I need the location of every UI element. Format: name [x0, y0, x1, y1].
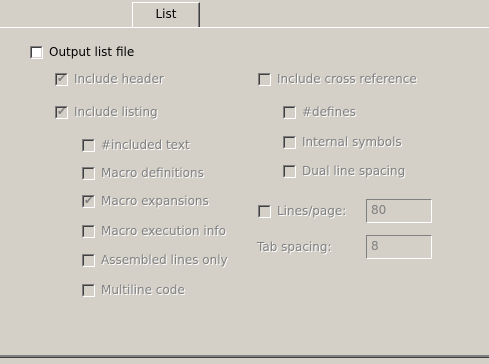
tab-list[interactable]: List: [132, 2, 200, 28]
output-list-file-label: Output list file: [49, 45, 135, 59]
checkbox-box[interactable]: [258, 204, 271, 218]
include-cross-reference-label: Include cross reference: [277, 72, 417, 86]
checkbox-box[interactable]: [82, 166, 95, 180]
defines-label: #defines: [302, 105, 356, 119]
checkbox-box[interactable]: ✔: [55, 71, 68, 86]
macro-execution-info-label: Macro execution info: [101, 224, 226, 238]
assembled-lines-only-checkbox[interactable]: Assembled lines only: [82, 252, 228, 268]
checkbox-box[interactable]: [258, 72, 271, 86]
include-header-checkbox[interactable]: ✔ Include header: [55, 71, 164, 87]
multiline-code-label: Multiline code: [101, 283, 185, 297]
multiline-code-checkbox[interactable]: Multiline code: [82, 282, 185, 298]
macro-execution-info-checkbox[interactable]: Macro execution info: [82, 223, 226, 239]
internal-symbols-checkbox[interactable]: Internal symbols: [283, 134, 402, 150]
checkbox-box[interactable]: [82, 224, 95, 238]
panel-bottom-edge: [0, 355, 489, 358]
tab-strip: List: [0, 0, 489, 28]
checkmark-icon: ✔: [57, 71, 67, 85]
macro-definitions-checkbox[interactable]: Macro definitions: [82, 165, 204, 181]
included-text-checkbox[interactable]: #included text: [82, 137, 190, 153]
checkbox-box[interactable]: [283, 105, 296, 119]
include-listing-checkbox[interactable]: ✔ Include listing: [55, 104, 158, 120]
checkbox-box[interactable]: [283, 135, 296, 149]
internal-symbols-label: Internal symbols: [302, 135, 402, 149]
checkbox-box[interactable]: ✔: [82, 193, 95, 208]
checkbox-box[interactable]: ✔: [55, 104, 68, 119]
lines-per-page-checkbox[interactable]: Lines/page:: [258, 203, 346, 219]
checkbox-box[interactable]: [30, 45, 43, 59]
defines-checkbox[interactable]: #defines: [283, 104, 356, 120]
included-text-label: #included text: [101, 138, 190, 152]
include-cross-reference-checkbox[interactable]: Include cross reference: [258, 71, 417, 87]
tab-spacing-input[interactable]: 8: [366, 235, 432, 259]
lines-per-page-label: Lines/page:: [277, 204, 347, 218]
checkbox-box[interactable]: [82, 283, 95, 297]
dual-line-spacing-label: Dual line spacing: [302, 164, 406, 178]
checkmark-icon: ✔: [84, 193, 94, 207]
output-list-file-checkbox[interactable]: Output list file: [30, 44, 134, 60]
checkbox-box[interactable]: [82, 138, 95, 152]
checkbox-box[interactable]: [283, 164, 296, 178]
lines-per-page-input[interactable]: 80: [366, 199, 432, 223]
checkbox-box[interactable]: [82, 253, 95, 267]
assembled-lines-only-label: Assembled lines only: [101, 253, 228, 267]
macro-definitions-label: Macro definitions: [101, 166, 204, 180]
checkmark-icon: ✔: [57, 104, 67, 118]
include-header-label: Include header: [74, 72, 164, 86]
macro-expansions-checkbox[interactable]: ✔ Macro expansions: [82, 193, 209, 209]
dual-line-spacing-checkbox[interactable]: Dual line spacing: [283, 163, 405, 179]
macro-expansions-label: Macro expansions: [101, 194, 209, 208]
tab-spacing-label: Tab spacing:: [257, 240, 332, 254]
include-listing-label: Include listing: [74, 105, 158, 119]
